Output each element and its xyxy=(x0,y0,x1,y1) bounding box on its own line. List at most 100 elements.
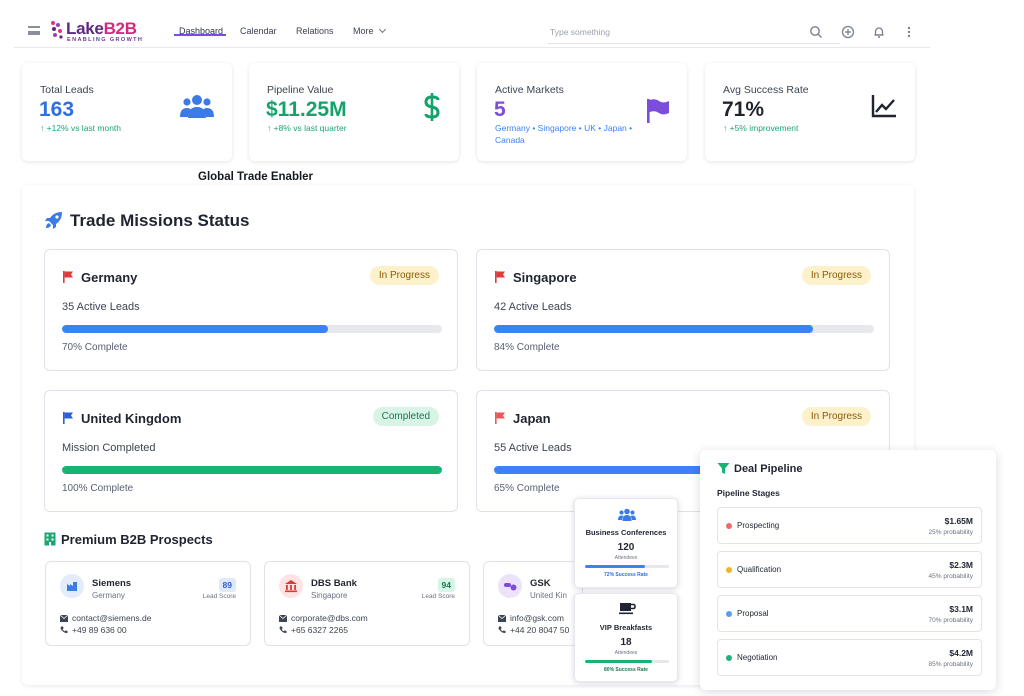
mission-leads: 55 Active Leads xyxy=(494,442,572,454)
more-vertical-icon[interactable] xyxy=(902,25,916,39)
status-badge: In Progress xyxy=(369,266,439,285)
mission-card-united-kingdom[interactable]: United Kingdom Completed Mission Complet… xyxy=(44,390,458,512)
progress-track xyxy=(62,466,442,474)
nav-relations[interactable]: Relations xyxy=(296,26,334,36)
pipeline-stage-proposal[interactable]: Proposal $3.1M 70% probability xyxy=(717,595,982,632)
mission-country: United Kingdom xyxy=(81,411,182,426)
section-title-prospects: Premium B2B Prospects xyxy=(61,532,213,547)
top-navigation-bar: LakeB2B ENABLING GROWTH Dashboard Calend… xyxy=(14,12,930,48)
stat-label: Total Leads xyxy=(40,84,94,96)
pipeline-stage-qualification[interactable]: Qualification $2.3M 45% probability xyxy=(717,551,982,588)
hamburger-menu-icon[interactable] xyxy=(28,26,40,35)
mission-leads: Mission Completed xyxy=(62,442,156,454)
event-attendee-count: 120 xyxy=(617,542,635,553)
nav-more[interactable]: More xyxy=(353,25,386,36)
coffee-cup-icon xyxy=(619,603,636,615)
markets-list: Germany • Singapore • UK • Japan • Canad… xyxy=(495,123,633,145)
pipeline-stage-prospecting[interactable]: Prospecting $1.65M 25% probability xyxy=(717,507,982,544)
search-input[interactable] xyxy=(548,22,808,42)
stage-dot xyxy=(726,611,732,617)
stage-amount: $4.2M xyxy=(949,648,973,658)
pills-icon xyxy=(504,583,517,591)
event-attendee-label: Attendees xyxy=(614,555,638,561)
event-title: VIP Breakfasts xyxy=(599,623,653,632)
stat-card-success-rate[interactable]: Avg Success Rate 71% ↑ +5% improvement xyxy=(705,63,915,161)
people-icon xyxy=(618,508,636,521)
stat-label: Avg Success Rate xyxy=(723,84,809,96)
bell-icon[interactable] xyxy=(872,25,886,39)
status-badge: In Progress xyxy=(801,407,871,426)
search-icon[interactable] xyxy=(809,25,823,39)
progress-fill xyxy=(494,325,814,333)
flag-icon xyxy=(495,412,505,424)
mission-card-germany[interactable]: Germany In Progress 35 Active Leads 70% … xyxy=(44,249,458,371)
pipeline-stage-negotiation[interactable]: Negotiation $4.2M 85% probability xyxy=(717,639,982,676)
prospect-country: United Kin xyxy=(530,591,567,600)
mission-country: Singapore xyxy=(513,270,577,285)
progress-track xyxy=(585,565,669,568)
search-bar xyxy=(548,22,840,44)
event-success-rate: 80% Success Rate xyxy=(604,667,648,673)
stage-name: Prospecting xyxy=(737,521,780,530)
stat-label: Active Markets xyxy=(495,84,564,96)
mission-leads: 35 Active Leads xyxy=(62,301,140,313)
avatar xyxy=(279,574,303,598)
prospect-name: DBS Bank xyxy=(311,578,357,589)
prospect-email[interactable]: contact@siemens.de xyxy=(59,613,152,623)
progress-fill xyxy=(62,466,442,474)
prospect-card-dbs-bank[interactable]: DBS Bank Singapore 94 Lead Score corpora… xyxy=(264,561,470,646)
event-attendee-count: 18 xyxy=(620,637,632,648)
progress-track xyxy=(62,325,442,333)
mission-country: Japan xyxy=(513,411,551,426)
stat-trend: ↑ +8% vs last quarter xyxy=(267,123,347,133)
event-title: Business Conferences xyxy=(585,528,667,537)
prospect-phone[interactable]: +44 20 8047 50 xyxy=(498,625,569,635)
dollar-icon xyxy=(424,93,440,121)
prospect-card-gsk[interactable]: GSK United Kin info@gsk.com +44 20 8047 … xyxy=(483,561,583,646)
flag-icon xyxy=(495,271,505,283)
prospect-email[interactable]: corporate@dbs.com xyxy=(278,613,368,623)
prospect-card-siemens[interactable]: Siemens Germany 89 Lead Score contact@si… xyxy=(45,561,251,646)
brand-logo[interactable]: LakeB2B ENABLING GROWTH xyxy=(50,18,146,44)
stat-value: 5 xyxy=(494,98,506,121)
flag-icon xyxy=(647,99,669,123)
phone-icon xyxy=(279,626,287,634)
stat-trend: ↑ +12% vs last month xyxy=(40,123,122,133)
stage-amount: $1.65M xyxy=(944,516,973,526)
envelope-icon xyxy=(278,614,288,622)
progress-track xyxy=(494,325,874,333)
progress-label: 65% Complete xyxy=(494,483,560,494)
event-card-vip-breakfasts[interactable]: VIP Breakfasts 18 Attendees 80% Success … xyxy=(574,593,678,682)
lead-score-label: Lead Score xyxy=(202,593,236,600)
prospect-phone[interactable]: +49 89 636 00 xyxy=(60,625,127,635)
lead-score-label: Lead Score xyxy=(421,593,455,600)
stage-dot xyxy=(726,655,732,661)
prospect-phone[interactable]: +65 6327 2265 xyxy=(279,625,348,635)
logo-wordmark: LakeB2B xyxy=(66,19,137,38)
avatar xyxy=(498,574,522,598)
mission-card-singapore[interactable]: Singapore In Progress 42 Active Leads 84… xyxy=(476,249,890,371)
progress-label: 70% Complete xyxy=(62,342,128,353)
funnel-icon xyxy=(717,463,730,474)
stat-card-pipeline-value[interactable]: Pipeline Value $11.25M ↑ +8% vs last qua… xyxy=(249,63,459,161)
nav-calendar[interactable]: Calendar xyxy=(240,26,277,36)
logo-mark-icon xyxy=(51,21,63,39)
event-attendee-label: Attendees xyxy=(614,650,638,656)
stat-card-active-markets[interactable]: Active Markets 5 Germany • Singapore • U… xyxy=(477,63,687,161)
add-circle-icon[interactable] xyxy=(841,25,855,39)
brand-slogan: Global Trade Enabler xyxy=(198,171,314,183)
stage-probability: 85% probability xyxy=(928,661,973,668)
lead-score-badge: 89 xyxy=(218,578,236,592)
progress-label: 100% Complete xyxy=(62,483,134,494)
prospect-email[interactable]: info@gsk.com xyxy=(497,613,564,623)
logo-tagline: ENABLING GROWTH xyxy=(67,37,144,43)
flag-icon xyxy=(63,412,73,424)
stat-value: 71% xyxy=(722,98,765,121)
flag-icon xyxy=(63,271,73,283)
prospect-country: Germany xyxy=(92,591,125,600)
stat-card-total-leads[interactable]: Total Leads 163 ↑ +12% vs last month xyxy=(22,63,232,161)
event-card-business-conferences[interactable]: Business Conferences 120 Attendees 72% S… xyxy=(574,498,678,588)
progress-label: 84% Complete xyxy=(494,342,560,353)
prospect-country: Singapore xyxy=(311,591,348,600)
progress-track xyxy=(585,660,669,663)
